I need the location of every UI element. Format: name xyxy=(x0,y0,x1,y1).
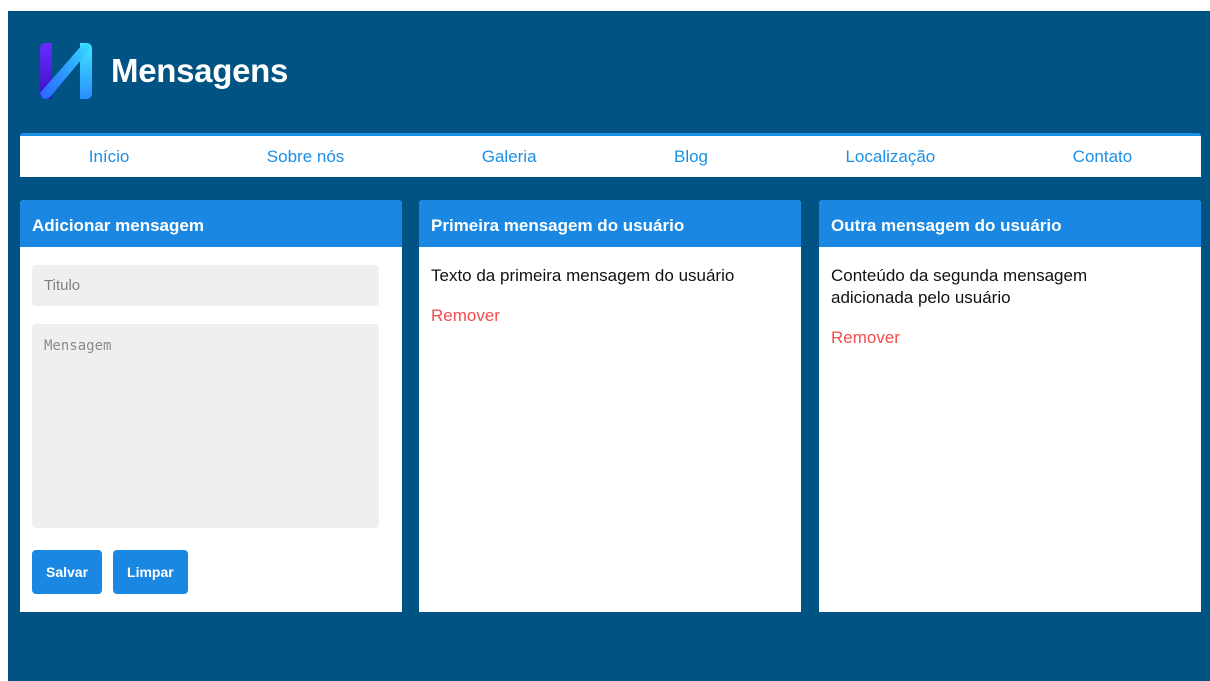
nav-item-sobre-nos[interactable]: Sobre nós xyxy=(267,147,345,167)
nav-item-contato[interactable]: Contato xyxy=(1073,147,1133,167)
add-message-form: Salvar Limpar xyxy=(20,247,402,612)
remove-message-link[interactable]: Remover xyxy=(431,306,500,326)
main-navbar: Início Sobre nós Galeria Blog Localizaçã… xyxy=(20,133,1201,177)
add-message-card: Adicionar mensagem Salvar Limpar xyxy=(20,200,402,612)
message-textarea[interactable] xyxy=(32,324,379,528)
message-card-title: Primeira mensagem do usuário xyxy=(419,200,801,247)
clear-button[interactable]: Limpar xyxy=(113,550,188,594)
message-card-title: Outra mensagem do usuário xyxy=(819,200,1201,247)
m-logo-icon xyxy=(40,43,92,99)
nav-item-galeria[interactable]: Galeria xyxy=(482,147,537,167)
add-message-card-title: Adicionar mensagem xyxy=(20,200,402,247)
nav-item-inicio[interactable]: Início xyxy=(89,147,130,167)
title-input[interactable] xyxy=(32,265,379,306)
message-card-1: Primeira mensagem do usuário Texto da pr… xyxy=(419,200,801,612)
remove-message-link[interactable]: Remover xyxy=(831,328,900,348)
message-card-2: Outra mensagem do usuário Conteúdo da se… xyxy=(819,200,1201,612)
message-card-body: Texto da primeira mensagem do usuário Re… xyxy=(419,247,801,344)
message-text: Conteúdo da segunda mensagem adicionada … xyxy=(831,266,1088,307)
save-button[interactable]: Salvar xyxy=(32,550,103,594)
nav-item-localizacao[interactable]: Localização xyxy=(845,147,935,167)
app-title: Mensagens xyxy=(111,52,289,89)
form-actions: Salvar Limpar xyxy=(32,550,390,594)
message-card-body: Conteúdo da segunda mensagem adicionada … xyxy=(819,247,1201,366)
message-text: Texto da primeira mensagem do usuário xyxy=(431,266,735,285)
nav-item-blog[interactable]: Blog xyxy=(674,147,708,167)
page-background: Mensagens Início Sobre nós Galeria Blog … xyxy=(8,11,1210,681)
